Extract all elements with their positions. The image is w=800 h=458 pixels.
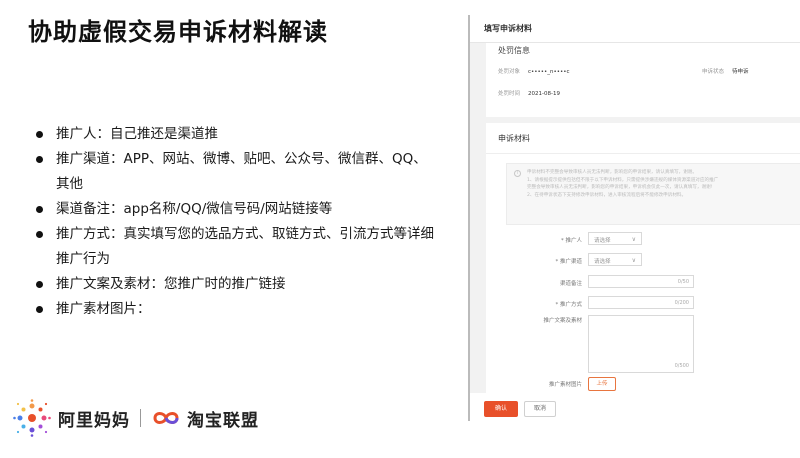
penalty-date-value: 2021-08-19 [528, 91, 560, 97]
notice-box: i 申诉材料不完整会导致审核人员无法判断，影响您的申诉结果，请认真填写，谢谢。 … [506, 163, 800, 225]
penalty-target-value: c•••••_n••••c [528, 69, 570, 75]
appeal-material-title: 申诉材料 [498, 134, 530, 143]
channel-select[interactable]: 请选择 ∨ [588, 253, 642, 266]
method-count: 0/200 [674, 300, 689, 306]
penalty-target-label: 处罚对象 [498, 69, 521, 75]
section-divider [486, 153, 800, 154]
method-label: * 推广方式 [555, 302, 583, 308]
appeal-status-label: 申诉状态 [702, 69, 725, 75]
channel-placeholder: 请选择 [594, 259, 611, 265]
appeal-form-screenshot: 填写申诉材料 处罚信息 处罚对象 c•••••_n••••c 申诉状态 待申诉 处罚… [468, 15, 800, 421]
info-icon: i [514, 170, 521, 177]
appeal-status-value: 待申诉 [732, 69, 749, 75]
alimama-brand-name: 阿里妈妈 [58, 410, 130, 431]
penalty-info-card: 处罚信息 处罚对象 c•••••_n••••c 申诉状态 待申诉 处罚时间 2021-… [486, 43, 800, 117]
notice-line: 1、请根据提示提供包括但不限于以下申诉材料，只需提供涉嫌违规的媒体资源渠道对应的… [527, 177, 719, 183]
channel-note-label: 渠道备注 [559, 281, 582, 287]
bullet-channel: 推广渠道：APP、网站、微博、贴吧、公众号、微信群、QQ、其他 [36, 147, 436, 197]
promoter-label: * 推广人 [561, 238, 582, 244]
notice-line: 申诉材料不完整会导致审核人员无法判断，影响您的申诉结果，请认真填写，谢谢。 [527, 170, 697, 175]
upload-button[interactable]: 上传 [588, 377, 616, 391]
taobao-union-logo-icon [153, 412, 179, 424]
penalty-info-title: 处罚信息 [498, 46, 530, 55]
chevron-down-icon: ∨ [631, 257, 636, 264]
form-body: 处罚信息 处罚对象 c•••••_n••••c 申诉状态 待申诉 处罚时间 2021-… [470, 43, 800, 421]
channel-note-input[interactable]: 0/50 [588, 275, 694, 288]
method-input[interactable]: 0/200 [588, 296, 694, 309]
taobao-union-brand-name: 淘宝联盟 [187, 410, 259, 431]
bullet-method: 推广方式：真实填写您的选品方式、取链方式、引流方式等详细推广行为 [36, 222, 436, 272]
copy-count: 0/500 [674, 363, 689, 369]
channel-label: * 推广渠道 [555, 259, 583, 265]
notice-line: 完整会导致审核人员无法判断，影响您的申诉结果，申诉机会仅此一次，请认真填写，谢谢… [527, 185, 713, 191]
confirm-button[interactable]: 确认 [484, 401, 518, 417]
penalty-target: 处罚对象 c•••••_n••••c [498, 67, 570, 75]
slide-title: 协助虚假交易申诉材料解读 [28, 18, 328, 46]
form-header: 填写申诉材料 [470, 15, 800, 43]
brand-footer: 阿里妈妈 淘宝联盟 [12, 396, 259, 440]
bullet-image: 推广素材图片： [36, 297, 436, 322]
appeal-status: 申诉状态 待申诉 [702, 67, 749, 75]
copy-textarea[interactable]: 0/500 [588, 315, 694, 373]
bullet-promoter: 推广人：自己推还是渠道推 [36, 122, 436, 147]
chevron-down-icon: ∨ [631, 236, 636, 243]
brand-divider [140, 409, 141, 427]
alimama-logo-icon [13, 399, 51, 437]
notice-line: 2、在待申诉状态下支持修改申诉材料，进入审核流程后将不能修改申诉材料。 [527, 192, 687, 198]
image-label: 推广素材图片 [548, 382, 582, 388]
penalty-date: 处罚时间 2021-08-19 [498, 89, 560, 97]
channel-note-count: 0/50 [677, 279, 689, 285]
bullet-list: 推广人：自己推还是渠道推 推广渠道：APP、网站、微博、贴吧、公众号、微信群、Q… [36, 122, 436, 322]
form-footer: 确认 取消 [470, 393, 800, 421]
cancel-button[interactable]: 取消 [524, 401, 556, 417]
promoter-select[interactable]: 请选择 ∨ [588, 232, 642, 245]
appeal-material-card: 申诉材料 i 申诉材料不完整会导致审核人员无法判断，影响您的申诉结果，请认真填写… [486, 123, 800, 413]
bullet-channel-note: 渠道备注：app名称/QQ/微信号码/网站链接等 [36, 197, 436, 222]
penalty-date-label: 处罚时间 [498, 91, 521, 97]
copy-label: 推广文案及素材 [543, 318, 582, 324]
promoter-placeholder: 请选择 [594, 238, 611, 244]
bullet-copy: 推广文案及素材：您推广时的推广链接 [36, 272, 436, 297]
